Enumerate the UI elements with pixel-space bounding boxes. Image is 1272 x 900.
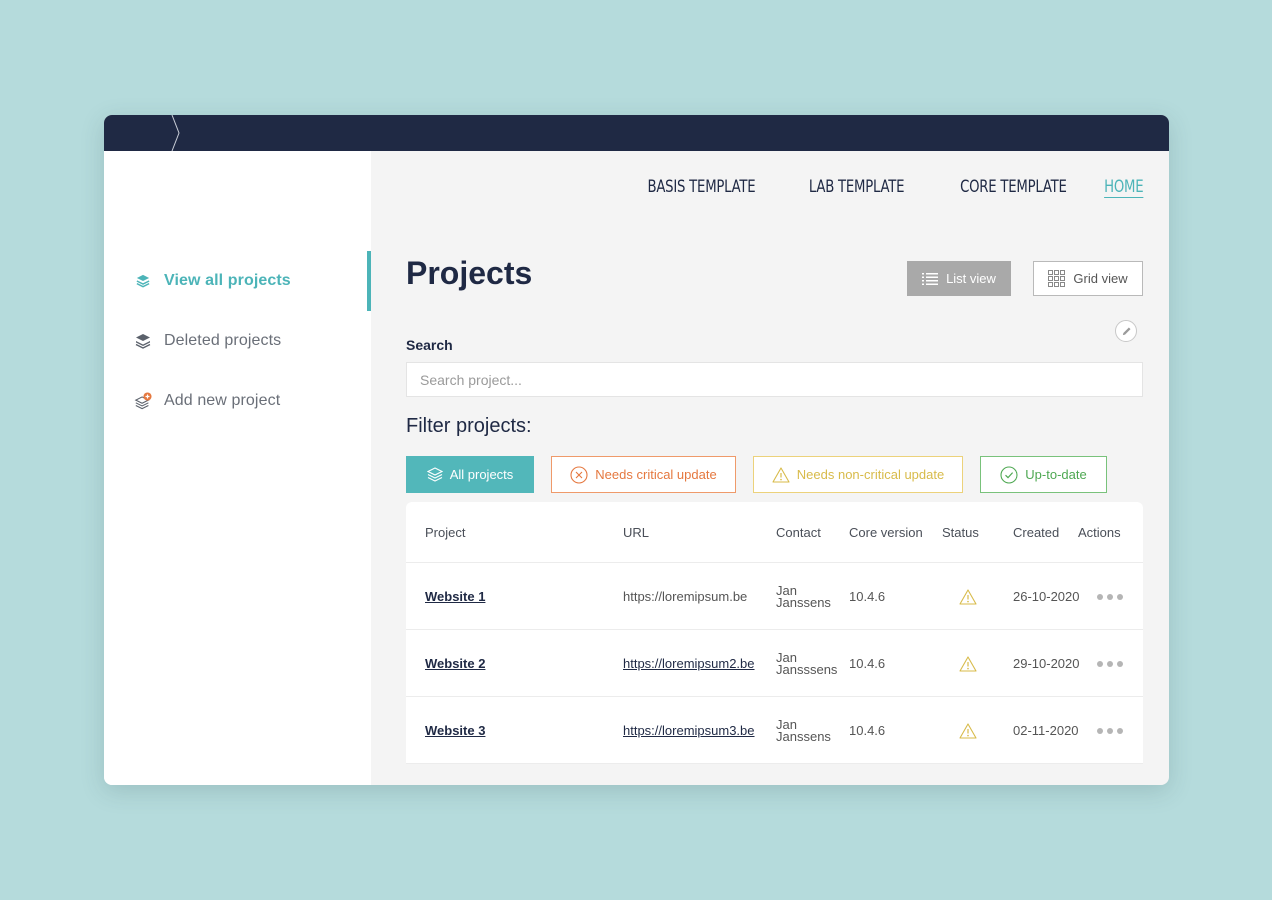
created-date-text: 02-11-2020 bbox=[1013, 722, 1079, 738]
column-header-created[interactable]: Created bbox=[1013, 502, 1059, 562]
sidebar-item-view-all-projects[interactable]: View all projects bbox=[104, 251, 371, 311]
nav-home[interactable]: HOME bbox=[1104, 177, 1144, 197]
nav-core-template[interactable]: CORE TEMPLATE bbox=[960, 177, 1067, 197]
page-title: Projects bbox=[406, 255, 533, 291]
filter-non-critical-update-button[interactable]: Needs non-critical update bbox=[753, 456, 963, 493]
search-input[interactable] bbox=[406, 362, 1143, 397]
created-date-text: 26-10-2020 bbox=[1013, 588, 1080, 604]
sidebar-item-label: Add new project bbox=[164, 392, 281, 409]
layers-icon bbox=[134, 332, 152, 350]
status-cell bbox=[959, 697, 977, 764]
filter-label: Up-to-date bbox=[1025, 467, 1087, 482]
list-view-button[interactable]: List view bbox=[907, 261, 1011, 296]
project-link[interactable]: Website 1 bbox=[425, 589, 485, 604]
warning-icon bbox=[959, 588, 977, 605]
list-icon bbox=[922, 272, 939, 285]
search-label: Search bbox=[406, 337, 453, 353]
grid-icon bbox=[1048, 270, 1066, 287]
table-row-partial bbox=[406, 763, 1143, 785]
filter-label: Needs critical update bbox=[595, 467, 717, 482]
add-layers-icon bbox=[134, 392, 152, 410]
more-actions-icon[interactable] bbox=[1097, 660, 1123, 667]
filter-title: Filter projects: bbox=[406, 415, 532, 437]
top-bar bbox=[104, 115, 1169, 151]
top-navigation: BASIS TEMPLATE LAB TEMPLATE CORE TEMPLAT… bbox=[617, 177, 1144, 197]
filter-label: Needs non-critical update bbox=[796, 467, 945, 482]
filter-up-to-date-button[interactable]: Up-to-date bbox=[980, 456, 1107, 493]
more-actions-icon[interactable] bbox=[1097, 727, 1123, 734]
table-row: Website 1 https://loremipsum.be Jan Jans… bbox=[406, 562, 1143, 629]
core-version-text: 10.4.6 bbox=[849, 656, 886, 671]
projects-table: Project URL Contact Core version Status … bbox=[406, 502, 1143, 785]
grid-view-button[interactable]: Grid view bbox=[1033, 261, 1143, 296]
filter-critical-update-button[interactable]: Needs critical update bbox=[551, 456, 736, 493]
column-header-project[interactable]: Project bbox=[425, 502, 465, 562]
core-version-text: 10.4.6 bbox=[849, 723, 886, 738]
list-view-label: List view bbox=[946, 271, 996, 286]
main-content: BASIS TEMPLATE LAB TEMPLATE CORE TEMPLAT… bbox=[371, 151, 1169, 785]
contact-text: Jan Jansssens bbox=[776, 649, 838, 677]
filter-label: All projects bbox=[449, 467, 514, 482]
app-window: View all projects Deleted projects Add n… bbox=[104, 115, 1169, 785]
close-circle-icon bbox=[570, 465, 588, 484]
column-header-status[interactable]: Status bbox=[942, 502, 979, 562]
contact-text: Jan Janssens bbox=[776, 582, 831, 610]
more-actions-icon[interactable] bbox=[1097, 593, 1123, 600]
layers-icon bbox=[426, 467, 443, 482]
table-row: Website 3 https://loremipsum3.be Jan Jan… bbox=[406, 696, 1143, 763]
warning-icon bbox=[959, 655, 977, 672]
sidebar: View all projects Deleted projects Add n… bbox=[104, 151, 371, 785]
status-cell bbox=[959, 630, 977, 697]
created-date-text: 29-10-2020 bbox=[1013, 655, 1080, 671]
sidebar-item-label: Deleted projects bbox=[164, 332, 282, 349]
nav-basis-template[interactable]: BASIS TEMPLATE bbox=[648, 177, 756, 197]
column-header-actions: Actions bbox=[1078, 524, 1121, 540]
edit-button[interactable] bbox=[1115, 320, 1137, 342]
url-text: https://loremipsum.be bbox=[623, 589, 748, 604]
url-link[interactable]: https://loremipsum3.be bbox=[623, 723, 755, 738]
column-header-core-version[interactable]: Core version bbox=[849, 502, 923, 562]
sidebar-item-add-new-project[interactable]: Add new project bbox=[104, 371, 371, 431]
status-cell bbox=[959, 563, 977, 630]
sidebar-item-deleted-projects[interactable]: Deleted projects bbox=[104, 311, 371, 371]
project-link[interactable]: Website 3 bbox=[425, 723, 485, 738]
grid-view-label: Grid view bbox=[1073, 271, 1128, 286]
warning-icon bbox=[959, 722, 977, 739]
pencil-icon bbox=[1122, 326, 1131, 335]
check-circle-icon bbox=[1000, 465, 1018, 484]
layers-icon bbox=[134, 272, 152, 290]
core-version-text: 10.4.6 bbox=[849, 589, 886, 604]
column-header-url[interactable]: URL bbox=[623, 502, 649, 562]
filter-all-projects-button[interactable]: All projects bbox=[406, 456, 534, 493]
url-link[interactable]: https://loremipsum2.be bbox=[623, 656, 755, 671]
warning-icon bbox=[772, 466, 790, 483]
project-link[interactable]: Website 2 bbox=[425, 656, 485, 671]
chevron-right-icon[interactable] bbox=[170, 115, 184, 151]
nav-lab-template[interactable]: LAB TEMPLATE bbox=[809, 177, 905, 197]
column-header-contact[interactable]: Contact bbox=[776, 502, 821, 562]
sidebar-item-label: View all projects bbox=[164, 272, 291, 289]
contact-text: Jan Janssens bbox=[776, 716, 831, 744]
table-row: Website 2 https://loremipsum2.be Jan Jan… bbox=[406, 629, 1143, 696]
